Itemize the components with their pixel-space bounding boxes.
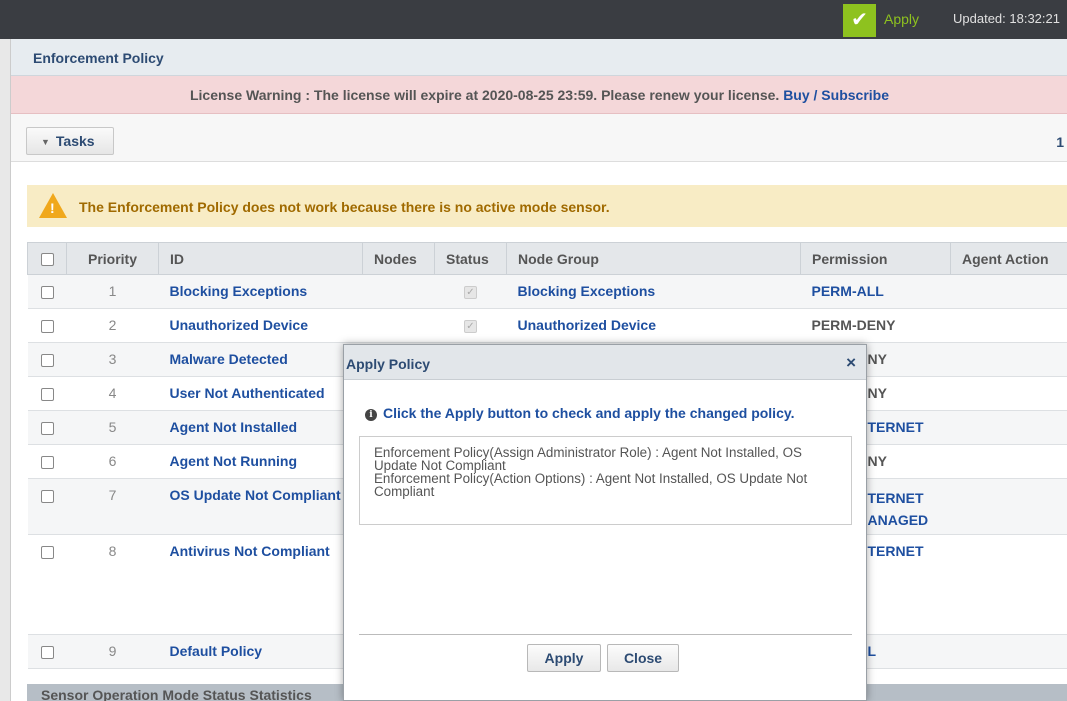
apply-button[interactable]: Apply bbox=[527, 644, 601, 672]
top-bar: ✔ Apply Updated: 18:32:21 bbox=[0, 0, 1067, 39]
col-node-group[interactable]: Node Group bbox=[506, 242, 801, 275]
dialog-info-text: Click the Apply button to check and appl… bbox=[383, 405, 795, 421]
apply-link[interactable]: Apply bbox=[884, 11, 919, 27]
row-permission[interactable]: PERM-ALL bbox=[812, 283, 884, 299]
row-priority: 8 bbox=[66, 534, 159, 635]
dialog-header: Apply Policy × bbox=[344, 345, 866, 380]
row-priority: 5 bbox=[66, 410, 159, 445]
tasks-button[interactable]: ▼ Tasks bbox=[26, 127, 114, 155]
changed-policy-list: Enforcement Policy(Assign Administrator … bbox=[359, 436, 852, 525]
row-checkbox[interactable] bbox=[27, 308, 67, 343]
status-checkbox: ✓ bbox=[464, 285, 477, 299]
warning-icon bbox=[39, 193, 67, 218]
page-title-bar: Enforcement Policy bbox=[11, 39, 1067, 76]
row-checkbox[interactable] bbox=[27, 478, 67, 535]
caret-down-icon: ▼ bbox=[41, 137, 50, 147]
license-warning: License Warning : The license will expir… bbox=[11, 76, 1067, 114]
table-row: 1 Blocking Exceptions ✓ Blocking Excepti… bbox=[27, 274, 1067, 309]
tasks-bar: ▼ Tasks 1 bbox=[11, 114, 1067, 162]
row-priority: 7 bbox=[66, 478, 159, 535]
row-node-group-link[interactable]: Blocking Exceptions bbox=[518, 283, 656, 299]
select-all-checkbox[interactable] bbox=[27, 242, 67, 275]
page-number[interactable]: 1 bbox=[1056, 134, 1064, 150]
row-priority: 4 bbox=[66, 376, 159, 411]
row-checkbox[interactable] bbox=[27, 444, 67, 479]
row-id-link[interactable]: Unauthorized Device bbox=[170, 317, 308, 333]
buy-subscribe-link[interactable]: Buy / Subscribe bbox=[783, 87, 889, 103]
row-checkbox[interactable] bbox=[27, 634, 67, 669]
col-permission[interactable]: Permission bbox=[800, 242, 951, 275]
license-warning-text: License Warning : The license will expir… bbox=[189, 87, 780, 103]
row-id-link[interactable]: Malware Detected bbox=[170, 351, 288, 367]
col-status[interactable]: Status bbox=[434, 242, 507, 275]
dialog-title: Apply Policy bbox=[346, 356, 431, 372]
changed-policy-item: Enforcement Policy(Action Options) : Age… bbox=[374, 471, 808, 499]
check-icon[interactable]: ✔ bbox=[843, 4, 876, 37]
table-header: Priority ID Nodes Status Node Group Perm… bbox=[27, 242, 1067, 275]
stats-title: Sensor Operation Mode Status Statistics bbox=[41, 687, 312, 701]
info-icon: i bbox=[365, 409, 377, 421]
row-id-link[interactable]: Blocking Exceptions bbox=[170, 283, 308, 299]
row-priority: 2 bbox=[66, 308, 159, 343]
close-button[interactable]: Close bbox=[607, 644, 679, 672]
sensor-warning: The Enforcement Policy does not work bec… bbox=[27, 185, 1067, 227]
row-checkbox[interactable] bbox=[27, 376, 67, 411]
row-priority: 6 bbox=[66, 444, 159, 479]
updated-time: Updated: 18:32:21 bbox=[953, 11, 1060, 26]
tasks-label: Tasks bbox=[55, 133, 95, 149]
dialog-info: i Click the Apply button to check and app… bbox=[365, 405, 795, 421]
row-checkbox[interactable] bbox=[27, 274, 67, 309]
status-checkbox: ✓ bbox=[464, 319, 477, 333]
row-id-link[interactable]: Agent Not Installed bbox=[170, 419, 298, 435]
changed-policy-item: Enforcement Policy(Assign Administrator … bbox=[374, 445, 802, 473]
row-id-link[interactable]: Agent Not Running bbox=[170, 453, 298, 469]
row-priority: 3 bbox=[66, 342, 159, 377]
dialog-divider bbox=[359, 634, 852, 635]
apply-policy-dialog: Apply Policy × i Click the Apply button t… bbox=[343, 344, 867, 701]
col-priority[interactable]: Priority bbox=[66, 242, 159, 275]
row-id-link[interactable]: Antivirus Not Compliant bbox=[170, 543, 330, 559]
sensor-warning-text: The Enforcement Policy does not work bec… bbox=[79, 199, 610, 215]
row-priority: 1 bbox=[66, 274, 159, 309]
col-agent-action[interactable]: Agent Action bbox=[950, 242, 1067, 275]
col-nodes[interactable]: Nodes bbox=[362, 242, 435, 275]
row-priority: 9 bbox=[66, 634, 159, 669]
table-row: 2 Unauthorized Device ✓ Unauthorized Dev… bbox=[27, 308, 1067, 343]
row-permission: PERM-DENY bbox=[811, 317, 896, 333]
row-id-link[interactable]: OS Update Not Compliant bbox=[170, 487, 341, 503]
close-icon[interactable]: × bbox=[846, 353, 856, 373]
page-title: Enforcement Policy bbox=[33, 50, 164, 66]
row-node-group-link[interactable]: Unauthorized Device bbox=[518, 317, 656, 333]
row-checkbox[interactable] bbox=[27, 342, 67, 377]
row-checkbox[interactable] bbox=[27, 410, 67, 445]
row-checkbox[interactable] bbox=[27, 534, 67, 635]
row-id-link[interactable]: User Not Authenticated bbox=[170, 385, 325, 401]
col-id[interactable]: ID bbox=[158, 242, 363, 275]
row-id-link[interactable]: Default Policy bbox=[170, 643, 263, 659]
